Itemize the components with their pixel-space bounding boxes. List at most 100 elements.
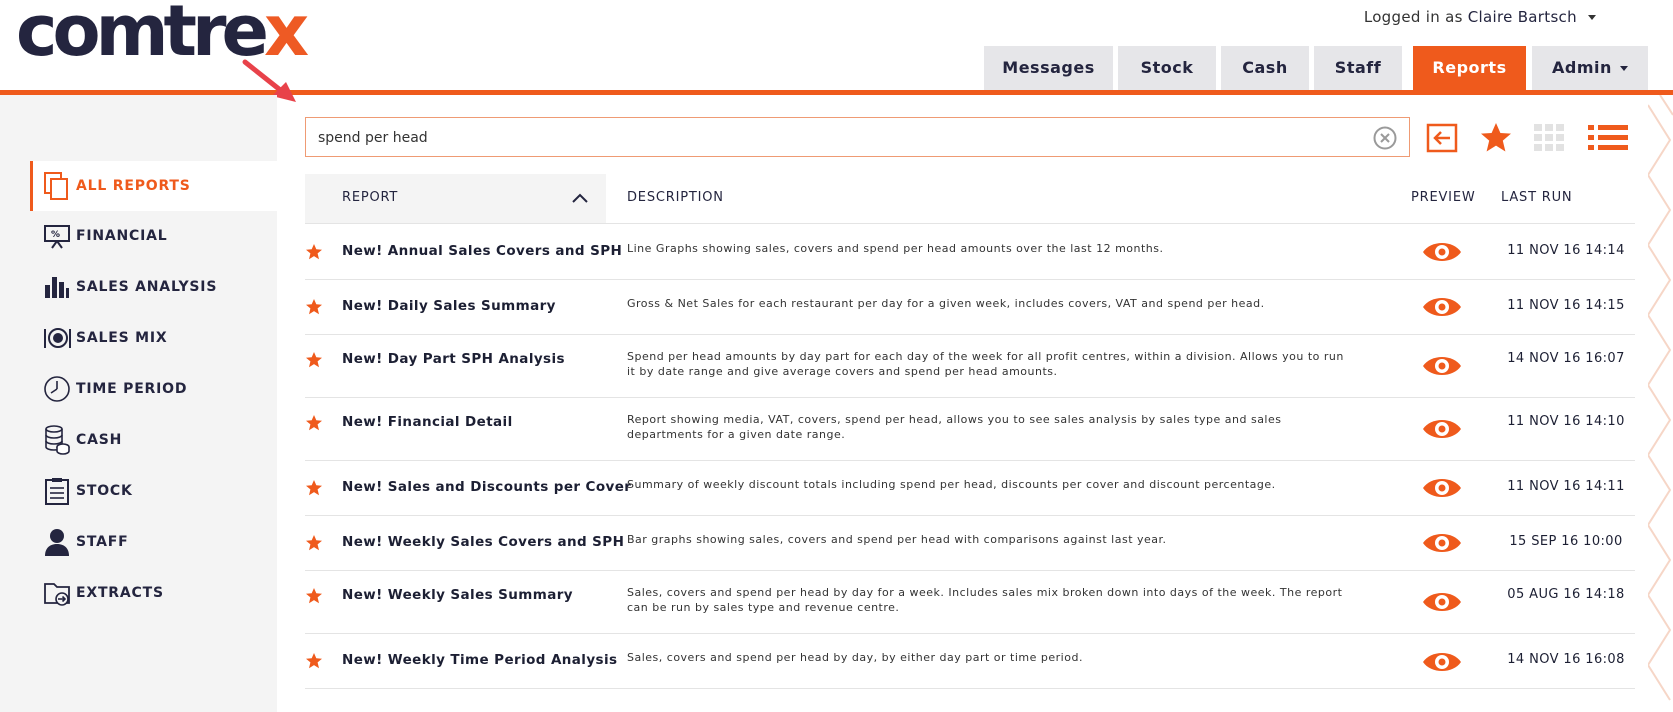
favourite-star-icon[interactable]: [305, 534, 323, 552]
coins-icon: [42, 425, 72, 455]
preview-eye-icon[interactable]: [1421, 588, 1463, 616]
sidebar-item-sales-analysis[interactable]: SALES ANALYSIS: [30, 262, 277, 312]
report-name[interactable]: New! Weekly Time Period Analysis: [342, 652, 617, 668]
decorative-pattern: [1648, 95, 1673, 712]
report-name[interactable]: New! Annual Sales Covers and SPH: [342, 243, 622, 259]
favourite-star-icon[interactable]: [305, 587, 323, 605]
sidebar-item-cash[interactable]: CASH: [30, 415, 277, 465]
table-row[interactable]: New! Weekly Sales Covers and SPH Bar gra…: [305, 516, 1635, 571]
sidebar-item-extracts[interactable]: EXTRACTS: [30, 568, 277, 618]
column-header-preview: PREVIEW: [1411, 190, 1476, 205]
column-header-last-run: LAST RUN: [1501, 190, 1573, 205]
user-menu[interactable]: Logged in as Claire Bartsch: [1364, 8, 1596, 26]
preview-eye-icon[interactable]: [1421, 648, 1463, 676]
report-name[interactable]: New! Weekly Sales Summary: [342, 587, 573, 603]
tab-stock[interactable]: Stock: [1118, 46, 1216, 90]
tab-cash[interactable]: Cash: [1221, 46, 1309, 90]
sidebar-item-all-reports[interactable]: ALL REPORTS: [30, 161, 277, 211]
tab-reports[interactable]: Reports: [1413, 46, 1526, 90]
sidebar-item-label: EXTRACTS: [76, 585, 164, 601]
tab-admin[interactable]: Admin: [1532, 46, 1648, 90]
preview-eye-icon[interactable]: [1421, 474, 1463, 502]
sidebar-item-time-period[interactable]: TIME PERIOD: [30, 364, 277, 414]
table-row[interactable]: New! Annual Sales Covers and SPH Line Gr…: [305, 225, 1635, 280]
favourite-star-icon[interactable]: [305, 351, 323, 369]
report-description: Gross & Net Sales for each restaurant pe…: [627, 297, 1265, 310]
person-icon: [42, 527, 72, 557]
preview-eye-icon[interactable]: [1421, 529, 1463, 557]
sidebar-item-label: ALL REPORTS: [76, 178, 191, 194]
user-name: Claire Bartsch: [1467, 8, 1577, 26]
preview-eye-icon[interactable]: [1421, 352, 1463, 380]
tab-messages[interactable]: Messages: [984, 46, 1113, 90]
report-description: Bar graphs showing sales, covers and spe…: [627, 533, 1167, 546]
last-run-date: 05 AUG 16 14:18: [1507, 587, 1625, 602]
favourite-star-icon[interactable]: [305, 298, 323, 316]
tab-staff[interactable]: Staff: [1314, 46, 1402, 90]
chevron-down-icon: [1588, 15, 1596, 20]
sidebar-item-sales-mix[interactable]: SALES MIX: [30, 313, 277, 363]
folder-export-icon: [42, 578, 72, 608]
report-description: Line Graphs showing sales, covers and sp…: [627, 242, 1164, 255]
favourite-star-icon[interactable]: [305, 414, 323, 432]
report-name[interactable]: New! Financial Detail: [342, 414, 513, 430]
back-arrow-icon[interactable]: [1425, 120, 1461, 156]
clipboard-icon: [42, 476, 72, 506]
table-row[interactable]: New! Weekly Sales Summary Sales, covers …: [305, 571, 1635, 634]
sidebar-item-label: STOCK: [76, 483, 133, 499]
clear-search-icon[interactable]: [1373, 126, 1397, 150]
sidebar-item-financial[interactable]: % FINANCIAL: [30, 211, 277, 261]
list-view-icon[interactable]: [1587, 120, 1629, 156]
preview-eye-icon[interactable]: [1421, 293, 1463, 321]
sidebar-item-label: FINANCIAL: [76, 228, 168, 244]
bar-chart-icon: [42, 272, 72, 302]
sidebar-item-label: STAFF: [76, 534, 129, 550]
search-input[interactable]: [318, 127, 1318, 149]
column-label-report: REPORT: [342, 190, 399, 205]
sidebar-item-label: SALES MIX: [76, 330, 168, 346]
table-row[interactable]: New! Daily Sales Summary Gross & Net Sal…: [305, 280, 1635, 335]
favourite-star-icon[interactable]: [305, 652, 323, 670]
preview-eye-icon[interactable]: [1421, 238, 1463, 266]
report-description: Spend per head amounts by day part for e…: [627, 350, 1344, 378]
report-name[interactable]: New! Weekly Sales Covers and SPH: [342, 534, 624, 550]
sidebar-item-label: SALES ANALYSIS: [76, 279, 218, 295]
table-header: REPORT DESCRIPTION PREVIEW LAST RUN: [305, 174, 1635, 224]
report-description: Sales, covers and spend per head by day …: [627, 586, 1343, 614]
sidebar-item-stock[interactable]: STOCK: [30, 466, 277, 516]
documents-icon: [42, 171, 72, 201]
favourite-star-icon[interactable]: [305, 479, 323, 497]
last-run-date: 11 NOV 16 14:14: [1507, 243, 1625, 258]
table-row[interactable]: New! Day Part SPH Analysis Spend per hea…: [305, 335, 1635, 398]
svg-text:%: %: [51, 230, 60, 240]
plate-cutlery-icon: [42, 323, 72, 353]
last-run-date: 15 SEP 16 10:00: [1509, 534, 1623, 549]
preview-eye-icon[interactable]: [1421, 415, 1463, 443]
column-header-description: DESCRIPTION: [627, 190, 724, 205]
favourite-star-icon[interactable]: [1478, 120, 1514, 156]
sidebar-item-label: CASH: [76, 432, 123, 448]
report-description: Sales, covers and spend per head by day,…: [627, 651, 1083, 664]
last-run-date: 14 NOV 16 16:08: [1507, 652, 1625, 667]
sidebar-item-staff[interactable]: STAFF: [30, 517, 277, 567]
sort-ascending-icon[interactable]: [571, 191, 589, 205]
report-name[interactable]: New! Day Part SPH Analysis: [342, 351, 565, 367]
favourite-star-icon[interactable]: [305, 243, 323, 261]
clock-icon: [42, 374, 72, 404]
presentation-percent-icon: %: [42, 221, 72, 251]
sidebar-item-label: TIME PERIOD: [76, 381, 188, 397]
report-name[interactable]: New! Daily Sales Summary: [342, 298, 556, 314]
last-run-date: 11 NOV 16 14:15: [1507, 298, 1625, 313]
table-row[interactable]: New! Financial Detail Report showing med…: [305, 398, 1635, 461]
last-run-date: 11 NOV 16 14:10: [1507, 414, 1625, 429]
table-row[interactable]: New! Weekly Time Period Analysis Sales, …: [305, 634, 1635, 689]
grid-view-icon[interactable]: [1531, 120, 1567, 156]
comtrex-logo[interactable]: comtrex: [16, 0, 309, 66]
table-row[interactable]: New! Sales and Discounts per Cover Summa…: [305, 461, 1635, 516]
report-name[interactable]: New! Sales and Discounts per Cover: [342, 479, 631, 495]
last-run-date: 14 NOV 16 16:07: [1507, 351, 1625, 366]
last-run-date: 11 NOV 16 14:11: [1507, 479, 1625, 494]
tab-admin-label: Admin: [1552, 58, 1612, 77]
user-prefix: Logged in as: [1363, 8, 1463, 26]
column-header-report[interactable]: REPORT: [305, 174, 606, 223]
